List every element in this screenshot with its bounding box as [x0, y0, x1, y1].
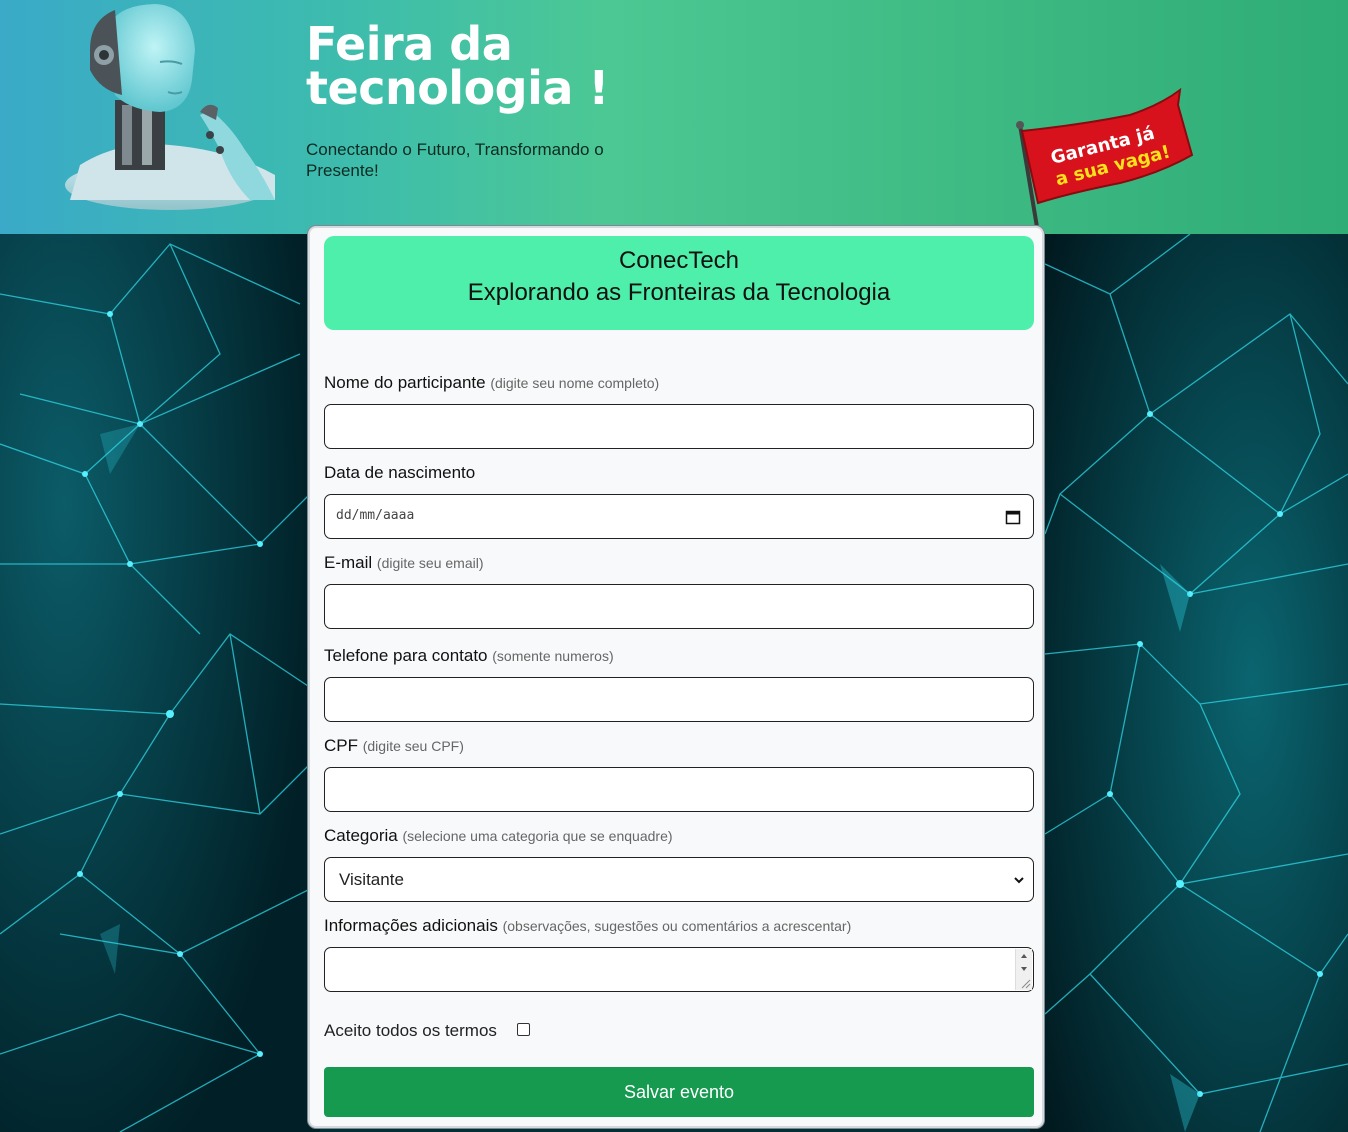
flag-banner-image: Garanta já a sua vaga!	[1016, 87, 1194, 234]
additional-info-textarea[interactable]	[324, 947, 1034, 992]
form-title: ConecTech	[618, 247, 740, 274]
page-title: Feira da tecnologia !	[306, 21, 609, 111]
birth-date-label: Data de nascimento	[324, 463, 475, 483]
category-select[interactable]: Visitante	[324, 857, 1034, 902]
email-label: E-mail (digite seu email)	[324, 553, 484, 573]
form-subtitle: Explorando as Fronteiras da Tecnologia	[467, 279, 891, 306]
textarea-scrollbar[interactable]	[1015, 949, 1032, 990]
phone-label-text: Telefone para contato	[324, 646, 488, 665]
terms-label: Aceito todos os termos	[324, 1021, 497, 1040]
save-event-button[interactable]: Salvar evento	[324, 1067, 1034, 1117]
name-input[interactable]	[324, 404, 1034, 449]
cpf-label: CPF (digite seu CPF)	[324, 736, 464, 756]
additional-info-hint: (observações, sugestões ou comentários a…	[502, 918, 852, 934]
birth-date-label-text: Data de nascimento	[324, 463, 476, 482]
scroll-down-icon[interactable]	[1021, 967, 1027, 971]
birth-date-input[interactable]: dd/mm/aaaa	[324, 494, 1034, 539]
phone-input[interactable]	[324, 677, 1034, 722]
robot-thinking-image	[65, 4, 275, 210]
registration-form-card: ConecTech Explorando as Fronteiras da Te…	[308, 226, 1044, 1128]
birth-date-placeholder: dd/mm/aaaa	[336, 508, 415, 523]
category-selected-value: Visitante	[339, 870, 404, 889]
category-label: Categoria (selecione uma categoria que s…	[324, 826, 673, 846]
form-header: ConecTech Explorando as Fronteiras da Te…	[324, 236, 1034, 330]
category-hint: (selecione uma categoria que se enquadre…	[402, 828, 673, 844]
page-subtitle: Conectando o Futuro, Transformando o Pre…	[306, 140, 604, 180]
scroll-up-icon[interactable]	[1021, 954, 1027, 958]
email-input[interactable]	[324, 584, 1034, 629]
name-label-text: Nome do participante	[324, 373, 486, 392]
page-header: Feira da tecnologia ! Conectando o Futur…	[0, 0, 1348, 234]
email-label-text: E-mail	[324, 553, 373, 572]
phone-label: Telefone para contato (somente numeros)	[324, 646, 614, 666]
additional-info-label: Informações adicionais (observações, sug…	[324, 916, 851, 936]
chevron-down-icon[interactable]	[1013, 874, 1025, 886]
additional-info-label-text: Informações adicionais	[324, 916, 498, 935]
calendar-icon[interactable]	[1005, 509, 1021, 525]
cpf-input[interactable]	[324, 767, 1034, 812]
name-label: Nome do participante (digite seu nome co…	[324, 373, 659, 393]
phone-hint: (somente numeros)	[492, 648, 614, 664]
cpf-label-text: CPF	[324, 736, 358, 755]
category-label-text: Categoria	[324, 826, 398, 845]
resize-handle-icon[interactable]	[1021, 979, 1031, 989]
name-hint: (digite seu nome completo)	[490, 375, 660, 391]
email-hint: (digite seu email)	[376, 555, 484, 571]
title-line-2: tecnologia !	[306, 61, 609, 115]
terms-checkbox[interactable]	[517, 1023, 530, 1036]
cpf-hint: (digite seu CPF)	[362, 738, 464, 754]
